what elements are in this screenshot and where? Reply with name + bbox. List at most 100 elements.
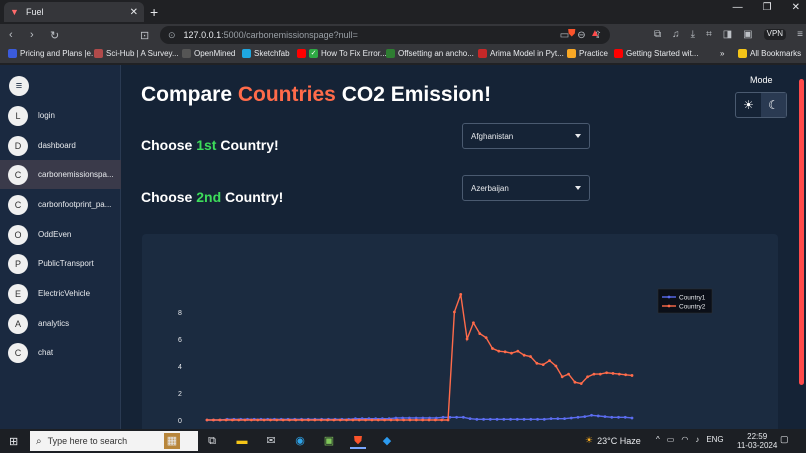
weather-widget[interactable]: ☀ 23°C Haze xyxy=(585,435,641,446)
bookmark-item[interactable]: Offsetting an ancho... xyxy=(386,49,474,58)
legend-marker xyxy=(667,304,671,308)
country1-select[interactable]: Afghanistan xyxy=(462,123,590,149)
sidebar-item-carbonfootprint[interactable]: C carbonfootprint_pa... xyxy=(0,190,121,219)
title-suffix: CO2 Emission! xyxy=(335,83,492,106)
data-point xyxy=(370,418,374,422)
site-info-icon[interactable]: ⊙ xyxy=(168,30,176,41)
wallet-icon[interactable]: ▣ xyxy=(743,29,752,40)
windows-start-icon[interactable]: ⊞ xyxy=(9,435,18,448)
store-icon[interactable]: ▣ xyxy=(321,433,337,449)
check-icon: ✓ xyxy=(309,49,318,58)
data-point xyxy=(630,416,634,420)
vpn-button[interactable]: VPN xyxy=(763,29,787,40)
sidebar-item-chat[interactable]: C chat xyxy=(0,338,121,367)
bookmark-item[interactable]: OpenMined xyxy=(182,49,235,58)
close-tab-icon[interactable]: ✕ xyxy=(130,7,138,18)
all-bookmarks[interactable]: All Bookmarks xyxy=(738,49,801,58)
battery-icon[interactable]: ▭ xyxy=(667,435,675,444)
brave-shields-icon[interactable]: ⛊ xyxy=(568,28,576,39)
data-point xyxy=(617,372,621,376)
volume-icon[interactable]: ♪ xyxy=(695,435,699,444)
light-mode-sun-icon[interactable]: ☀ xyxy=(736,93,761,117)
minimize-icon[interactable]: — xyxy=(733,2,743,13)
tray-chevron-icon[interactable]: ^ xyxy=(656,435,660,444)
bookmark-item[interactable]: Pricing and Plans |e... xyxy=(8,49,98,58)
data-point xyxy=(307,418,310,422)
mode-label: Mode xyxy=(750,75,773,85)
data-point xyxy=(495,417,499,421)
sidebar-avatar: O xyxy=(8,224,28,245)
forward-icon[interactable]: › xyxy=(30,29,34,41)
sidebar-item-login[interactable]: L login xyxy=(0,101,121,130)
dark-mode-moon-icon[interactable]: ☾ xyxy=(761,93,786,117)
sidebar-item-publictransport[interactable]: P PublicTransport xyxy=(0,249,121,278)
brave-rewards-icon[interactable]: ▲ xyxy=(590,28,600,39)
weather-icon: ☀ xyxy=(585,435,594,445)
country2-select[interactable]: Azerbaijan xyxy=(462,175,590,201)
country1-selected-value: Afghanistan xyxy=(471,131,514,141)
restore-icon[interactable]: ❐ xyxy=(763,2,772,13)
task-view-icon[interactable]: ⧉ xyxy=(204,433,220,449)
data-point xyxy=(482,417,485,421)
bookmark-item[interactable]: Arima Model in Pyt... xyxy=(478,49,564,58)
media-icon[interactable]: ♫ xyxy=(672,29,680,40)
address-bar[interactable]: ⊙ 127.0.0.1:5000/carbonemissionspage?nul… xyxy=(160,26,610,44)
sidebar-toggle-icon[interactable]: ◨ xyxy=(723,29,732,40)
back-icon[interactable]: ‹ xyxy=(9,29,13,41)
youtube-favicon-icon xyxy=(614,49,623,58)
wifi-icon[interactable]: ◠ xyxy=(681,435,688,444)
data-point xyxy=(624,373,628,377)
notification-icon[interactable]: ▢ xyxy=(780,434,789,445)
data-point xyxy=(484,336,488,340)
url-path: :5000/carbonemissionspage?null= xyxy=(221,30,358,40)
bookmark-item[interactable]: Practice xyxy=(567,49,608,58)
data-point xyxy=(441,415,445,419)
screenshot-icon[interactable]: ⌗ xyxy=(706,29,712,40)
y-tick-label: 2 xyxy=(178,391,182,398)
sidebar-item-electricvehicle[interactable]: E ElectricVehicle xyxy=(0,279,121,308)
bookmark-label: Sketchfab xyxy=(254,49,290,58)
more-bookmarks-icon[interactable]: » xyxy=(720,49,724,58)
y-tick-label: 4 xyxy=(178,364,182,371)
file-explorer-icon[interactable]: ▬ xyxy=(234,433,250,449)
close-window-icon[interactable]: ✕ xyxy=(792,2,800,13)
sidebar-item-carbonemissions[interactable]: C carbonemissionspa... xyxy=(0,160,121,189)
taskbar-clock[interactable]: 22:59 11-03-2024 xyxy=(737,432,777,450)
hamburger-menu-icon[interactable]: ≡ xyxy=(9,76,29,96)
data-point xyxy=(522,417,526,421)
edge-icon[interactable]: ◉ xyxy=(292,433,308,449)
sidebar-avatar: C xyxy=(8,164,28,185)
data-point xyxy=(509,417,512,421)
reload-icon[interactable]: ↻ xyxy=(50,29,59,42)
data-point xyxy=(576,415,580,419)
brave-taskbar-icon[interactable]: ⛊ xyxy=(350,433,366,449)
window-controls: — ❐ ✕ xyxy=(733,2,800,13)
bookmark-item[interactable]: Sketchfab xyxy=(242,49,290,58)
data-point xyxy=(433,418,437,422)
bookmark-item[interactable]: Sci-Hub | A Survey... xyxy=(94,49,179,58)
bookmark-label: Sci-Hub | A Survey... xyxy=(106,49,179,58)
address-url[interactable]: 127.0.0.1:5000/carbonemissionspage?null= xyxy=(184,30,552,40)
bookmark-item[interactable]: Getting Started wit... xyxy=(614,49,698,58)
data-point xyxy=(455,415,459,419)
browser-tab[interactable]: ▼ Fuel ✕ xyxy=(4,2,144,22)
clock-date: 11-03-2024 xyxy=(737,441,778,450)
data-point xyxy=(529,417,533,421)
browser-menu-icon[interactable]: ≡ xyxy=(797,29,803,40)
sidebar-item-oddeven[interactable]: O OddEven xyxy=(0,220,121,249)
bookmark-page-icon[interactable]: ⊡ xyxy=(140,29,149,42)
vscode-icon[interactable]: ◆ xyxy=(379,433,395,449)
mail-icon[interactable]: ✉ xyxy=(263,433,279,449)
sidebar-item-dashboard[interactable]: D dashboard xyxy=(0,131,121,160)
data-point xyxy=(573,380,577,384)
search-highlight-icon[interactable]: ▦ xyxy=(164,433,180,449)
download-icon[interactable]: ⤓ xyxy=(691,29,695,40)
sidebar-item-analytics[interactable]: A analytics xyxy=(0,309,121,338)
bookmark-item[interactable]: ✓ How To Fix Error... xyxy=(297,49,387,58)
zoom-icon[interactable]: ⊖ xyxy=(577,30,585,41)
page-scrollbar[interactable] xyxy=(799,79,804,385)
all-bookmarks-label: All Bookmarks xyxy=(750,49,802,58)
new-tab-icon[interactable]: + xyxy=(150,4,158,20)
extensions-icon[interactable]: ⧉ xyxy=(654,29,661,40)
language-indicator[interactable]: ENG xyxy=(706,435,723,444)
